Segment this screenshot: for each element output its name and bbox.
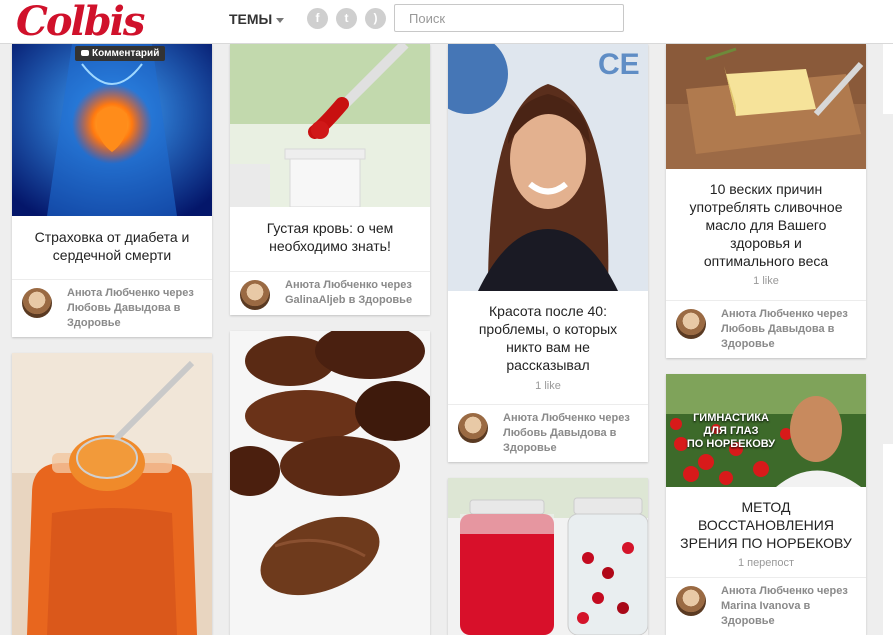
overlay-line: ГИМНАСТИКА bbox=[693, 412, 769, 424]
title-line: сердечной смерти bbox=[52, 247, 172, 263]
author-info: Анюта Любченко через Marina Ivanova в Зд… bbox=[721, 584, 858, 629]
like-count[interactable]: 1 like bbox=[666, 275, 866, 287]
author-line[interactable]: Анюта Любченко через bbox=[503, 411, 640, 426]
author-line[interactable]: Любовь Давыдова в bbox=[67, 301, 204, 316]
title-line: МЕТОД bbox=[741, 499, 791, 515]
article-card-honey[interactable] bbox=[12, 353, 212, 635]
comment-tag[interactable]: Комментарий bbox=[75, 46, 166, 61]
author-line[interactable]: Любовь Давыдова в bbox=[721, 322, 858, 337]
heart-anatomy-image[interactable]: Комментарий bbox=[12, 44, 212, 216]
site-logo[interactable]: Colbis bbox=[16, 0, 145, 45]
avatar[interactable] bbox=[22, 288, 52, 318]
article-title[interactable]: Красота после 40: проблемы, о которых ни… bbox=[448, 302, 648, 374]
author-line[interactable]: Анюта Любченко через bbox=[721, 307, 858, 322]
card-footer: Анюта Любченко через Любовь Давыдова в З… bbox=[12, 279, 212, 337]
title-line: Красота после 40: bbox=[489, 303, 607, 319]
title-line: здоровья и bbox=[730, 235, 802, 251]
title-line: никто вам не bbox=[506, 339, 590, 355]
like-count[interactable]: 1 like bbox=[448, 380, 648, 392]
title-line: употреблять сливочное bbox=[689, 199, 843, 215]
rss-icon[interactable]: ) bbox=[365, 8, 386, 29]
avatar[interactable] bbox=[676, 309, 706, 339]
author-info: Анюта Любченко через Любовь Давыдова в З… bbox=[721, 307, 858, 352]
author-line[interactable]: Здоровье bbox=[67, 316, 204, 331]
title-line: масло для Вашего bbox=[705, 217, 827, 233]
search-input[interactable] bbox=[394, 4, 624, 32]
author-line[interactable]: Анюта Любченко через bbox=[67, 286, 204, 301]
card-footer: Анюта Любченко через Marina Ivanova в Зд… bbox=[666, 577, 866, 635]
article-card-beauty[interactable]: CE Красота после 40: проблемы, о которых… bbox=[448, 44, 648, 462]
title-line: Страховка от диабета и bbox=[34, 229, 190, 245]
article-card-diabetes[interactable]: Комментарий Страховка от диабета и серде… bbox=[12, 44, 212, 337]
overlay-line: ПО НОРБЕКОВУ bbox=[686, 438, 776, 450]
next-column-edge bbox=[883, 44, 893, 635]
repost-count[interactable]: 1 перепост bbox=[666, 557, 866, 569]
avatar[interactable] bbox=[676, 586, 706, 616]
twitter-icon[interactable]: t bbox=[336, 8, 357, 29]
card-footer: Анюта Любченко через GalinaAljeb в Здоро… bbox=[230, 271, 430, 315]
article-title[interactable]: 10 веских причин употреблять сливочное м… bbox=[666, 180, 866, 270]
card-footer: Анюта Любченко через Любовь Давыдова в З… bbox=[666, 300, 866, 358]
author-line[interactable]: Любовь Давыдова в bbox=[503, 426, 640, 441]
title-line: рассказывал bbox=[506, 357, 590, 373]
title-line: проблемы, о которых bbox=[478, 321, 618, 337]
partial-card bbox=[883, 44, 893, 114]
title-line: оптимального веса bbox=[703, 253, 829, 269]
article-title[interactable]: Страховка от диабета и сердечной смерти bbox=[12, 228, 212, 264]
author-line[interactable]: Marina Ivanova в bbox=[721, 599, 858, 614]
topics-menu[interactable]: ТЕМЫ bbox=[229, 11, 285, 27]
article-card-dates[interactable] bbox=[230, 331, 430, 635]
article-title[interactable]: МЕТОД ВОССТАНОВЛЕНИЯ ЗРЕНИЯ ПО НОРБЕКОВУ bbox=[666, 498, 866, 552]
topics-label: ТЕМЫ bbox=[229, 11, 273, 27]
author-info: Анюта Любченко через GalinaAljeb в Здоро… bbox=[285, 278, 422, 308]
card-footer: Анюта Любченко через Любовь Давыдова в З… bbox=[448, 404, 648, 462]
butter-image[interactable] bbox=[666, 44, 866, 169]
article-card-norbekov[interactable]: ГИМНАСТИКА ДЛЯ ГЛАЗ ПО НОРБЕКОВУ МЕТОД В… bbox=[666, 374, 866, 635]
title-line: необходимо знать! bbox=[269, 238, 391, 254]
avatar[interactable] bbox=[458, 413, 488, 443]
author-line[interactable]: Здоровье bbox=[503, 441, 640, 456]
author-info: Анюта Любченко через Любовь Давыдова в З… bbox=[67, 286, 204, 331]
image-caption-overlay: ГИМНАСТИКА ДЛЯ ГЛАЗ ПО НОРБЕКОВУ bbox=[676, 412, 786, 451]
juice-jar-image[interactable] bbox=[448, 478, 648, 635]
honey-jar-image[interactable] bbox=[12, 353, 212, 635]
author-line[interactable]: Анюта Любченко через bbox=[285, 278, 422, 293]
title-line: Густая кровь: о чем bbox=[266, 220, 394, 236]
article-title[interactable]: Густая кровь: о чем необходимо знать! bbox=[230, 219, 430, 255]
article-card-blood[interactable]: Густая кровь: о чем необходимо знать! Ан… bbox=[230, 44, 430, 315]
blood-pipette-image[interactable] bbox=[230, 44, 430, 207]
author-line[interactable]: Здоровье bbox=[721, 614, 858, 629]
comment-icon bbox=[81, 50, 89, 57]
chevron-down-icon bbox=[276, 17, 285, 23]
title-line: ЗРЕНИЯ ПО НОРБЕКОВУ bbox=[680, 535, 852, 551]
facebook-icon[interactable]: f bbox=[307, 8, 328, 29]
overlay-line: ДЛЯ ГЛАЗ bbox=[703, 425, 759, 437]
comment-label: Комментарий bbox=[92, 48, 160, 59]
svg-text:CE: CE bbox=[598, 48, 640, 81]
author-line[interactable]: Здоровье bbox=[721, 337, 858, 352]
author-line[interactable]: GalinaAljeb в Здоровье bbox=[285, 293, 422, 308]
avatar[interactable] bbox=[240, 280, 270, 310]
woman-portrait-image[interactable]: CE bbox=[448, 44, 648, 291]
author-line[interactable]: Анюта Любченко через bbox=[721, 584, 858, 599]
title-line: ВОССТАНОВЛЕНИЯ bbox=[698, 517, 834, 533]
article-card-juice[interactable] bbox=[448, 478, 648, 635]
partial-card bbox=[883, 444, 893, 635]
title-line: 10 веских причин bbox=[709, 181, 823, 197]
dates-fruit-image[interactable] bbox=[230, 331, 430, 635]
top-bar: Colbis ТЕМЫ f t ) bbox=[0, 0, 893, 45]
article-card-butter[interactable]: 10 веских причин употреблять сливочное м… bbox=[666, 44, 866, 358]
author-info: Анюта Любченко через Любовь Давыдова в З… bbox=[503, 411, 640, 456]
poppy-field-image[interactable]: ГИМНАСТИКА ДЛЯ ГЛАЗ ПО НОРБЕКОВУ bbox=[666, 374, 866, 487]
